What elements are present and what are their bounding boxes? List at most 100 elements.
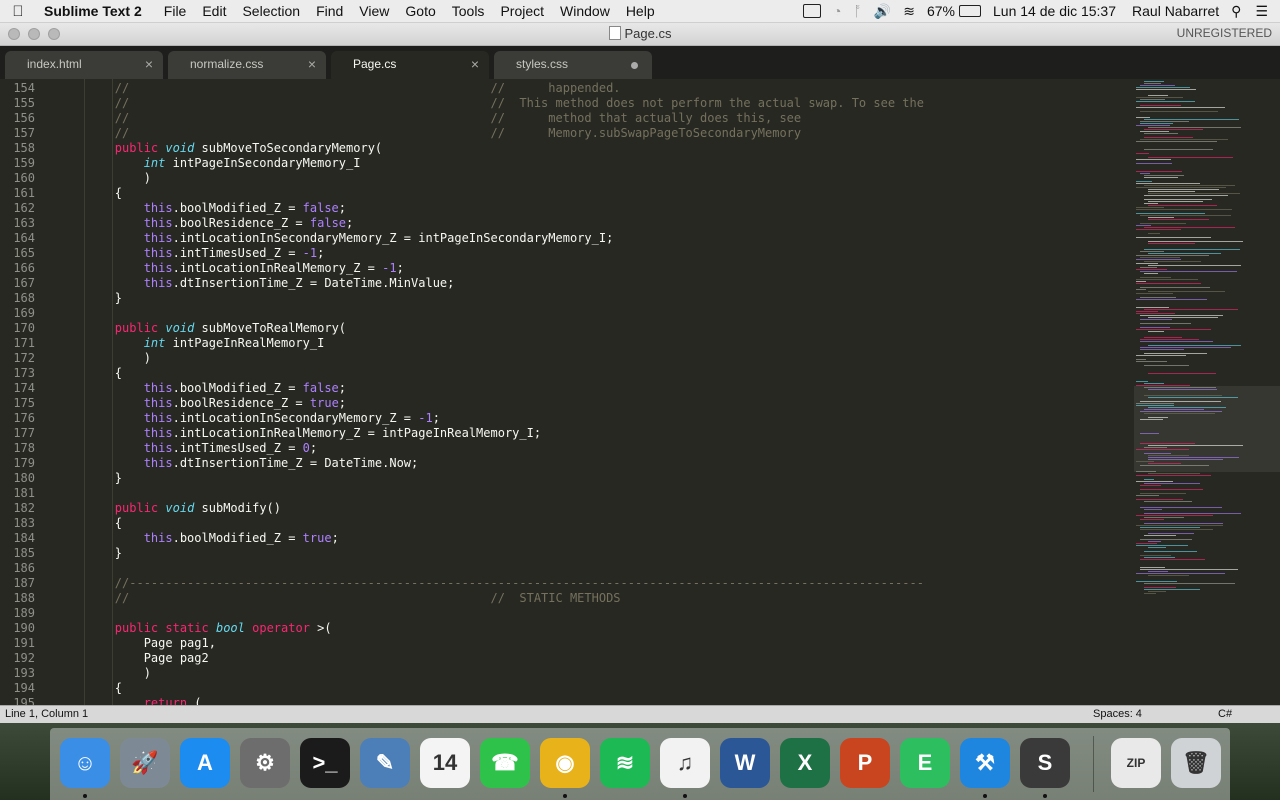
code-line[interactable]: 179 this.dtInsertionTime_Z = DateTime.No… (0, 456, 418, 471)
facetime-icon[interactable]: ☎ (480, 738, 530, 788)
menu-find[interactable]: Find (308, 3, 351, 19)
code-line[interactable]: 178 this.intTimesUsed_Z = 0; (0, 441, 317, 456)
apple-menu-icon[interactable]:  (0, 3, 36, 20)
wifi-icon[interactable]: ≋ (903, 3, 915, 20)
app-menu[interactable]: Sublime Text 2 (36, 3, 156, 19)
close-tab-icon[interactable]: × (471, 56, 479, 72)
battery-percent[interactable]: 67% (927, 3, 955, 19)
code-line[interactable]: 195 return ( (0, 696, 201, 705)
calendar-icon[interactable]: 14 (420, 738, 470, 788)
menu-goto[interactable]: Goto (397, 3, 443, 19)
code-line[interactable]: 171 int intPageInRealMemory_I (0, 336, 324, 351)
word-icon[interactable]: W (720, 738, 770, 788)
tab-page-cs[interactable]: Page.cs × (331, 51, 489, 79)
excel-icon[interactable]: X (780, 738, 830, 788)
menu-tools[interactable]: Tools (444, 3, 493, 19)
minimap-stroke (1136, 207, 1164, 208)
battery-icon[interactable] (959, 5, 982, 17)
code-line[interactable]: 190 public static bool operator >( (0, 621, 331, 636)
minimap-stroke (1136, 171, 1182, 172)
launchpad-icon[interactable]: 🚀 (120, 738, 170, 788)
code-line[interactable]: 185 } (0, 546, 122, 561)
menu-project[interactable]: Project (492, 3, 552, 19)
code-line[interactable]: 155 // // This method does not perform t… (0, 96, 924, 111)
close-tab-icon[interactable]: × (145, 56, 153, 72)
code-line[interactable]: 182 public void subModify() (0, 501, 281, 516)
sublime-text-icon[interactable]: S (1020, 738, 1070, 788)
minimap[interactable] (1130, 79, 1280, 705)
itunes-icon[interactable]: ♫ (660, 738, 710, 788)
code-line[interactable]: 188 // // STATIC METHODS (0, 591, 620, 606)
code-line[interactable]: 159 int intPageInSecondaryMemory_I (0, 156, 360, 171)
code-line[interactable]: 187 //----------------------------------… (0, 576, 924, 591)
close-tab-icon[interactable]: × (308, 56, 316, 72)
bluetooth-icon[interactable]: ᚩ (853, 3, 861, 19)
code-line[interactable]: 160 ) (0, 171, 151, 186)
code-line[interactable]: 156 // // method that actually does this… (0, 111, 801, 126)
code-line[interactable]: 165 this.intTimesUsed_Z = -1; (0, 246, 324, 261)
code-line[interactable]: 154 // // happended. (0, 81, 620, 96)
code-line[interactable]: 169 (0, 306, 35, 321)
code-line[interactable]: 194 { (0, 681, 122, 696)
evernote-icon[interactable]: E (900, 738, 950, 788)
code-line[interactable]: 186 (0, 561, 35, 576)
spotlight-icon[interactable]: ⚲ (1231, 3, 1241, 20)
code-line[interactable]: 175 this.boolResidence_Z = true; (0, 396, 346, 411)
preview-icon[interactable]: ✎ (360, 738, 410, 788)
code-line[interactable]: 191 Page pag1, (0, 636, 216, 651)
system-preferences-icon[interactable]: ⚙ (240, 738, 290, 788)
powerpoint-icon[interactable]: P (840, 738, 890, 788)
code-line[interactable]: 157 // // Memory.subSwapPageToSecondaryM… (0, 126, 801, 141)
tab-index-html[interactable]: index.html × (5, 51, 163, 79)
code-line[interactable]: 158 public void subMoveToSecondaryMemory… (0, 141, 382, 156)
syntax-selector[interactable]: C# (1218, 708, 1232, 720)
chrome-icon[interactable]: ◉ (540, 738, 590, 788)
xcode-icon[interactable]: ⚒ (960, 738, 1010, 788)
code-line[interactable]: 163 this.boolResidence_Z = false; (0, 216, 353, 231)
code-line[interactable]: 162 this.boolModified_Z = false; (0, 201, 346, 216)
menu-help[interactable]: Help (618, 3, 663, 19)
code-line[interactable]: 192 Page pag2 (0, 651, 208, 666)
airplay-icon[interactable] (802, 4, 821, 18)
menu-edit[interactable]: Edit (194, 3, 234, 19)
menu-selection[interactable]: Selection (234, 3, 308, 19)
code-line[interactable]: 168 } (0, 291, 122, 306)
volume-icon[interactable]: 🔊 (874, 3, 891, 20)
code-line[interactable]: 166 this.intLocationInRealMemory_Z = -1; (0, 261, 404, 276)
menu-window[interactable]: Window (552, 3, 618, 19)
app-store-icon[interactable]: A (180, 738, 230, 788)
tab-normalize-css[interactable]: normalize.css × (168, 51, 326, 79)
time-machine-icon[interactable]: ◔ (833, 3, 841, 19)
code-line[interactable]: 173 { (0, 366, 122, 381)
code-line[interactable]: 167 this.dtInsertionTime_Z = DateTime.Mi… (0, 276, 454, 291)
code-line[interactable]: 183 { (0, 516, 122, 531)
notification-center-icon[interactable]: ☰ (1255, 3, 1268, 20)
spotify-icon[interactable]: ≋ (600, 738, 650, 788)
code-line[interactable]: 164 this.intLocationInSecondaryMemory_Z … (0, 231, 613, 246)
code-line[interactable]: 176 this.intLocationInSecondaryMemory_Z … (0, 411, 440, 426)
archive-icon[interactable]: ZIP (1111, 738, 1161, 788)
code-line[interactable]: 181 (0, 486, 35, 501)
terminal-icon[interactable]: >_ (300, 738, 350, 788)
minimap-stroke (1136, 289, 1146, 290)
code-editor[interactable]: 154 // // happended. 155 // // This metho… (0, 79, 1130, 705)
line-number: 159 (13, 156, 35, 170)
indentation-setting[interactable]: Spaces: 4 (1093, 708, 1142, 720)
tab-styles-css[interactable]: styles.css (494, 51, 652, 79)
code-line[interactable]: 177 this.intLocationInRealMemory_Z = int… (0, 426, 541, 441)
code-line[interactable]: 170 public void subMoveToRealMemory( (0, 321, 346, 336)
code-line[interactable]: 193 ) (0, 666, 151, 681)
code-line[interactable]: 161 { (0, 186, 122, 201)
user-name[interactable]: Raul Nabarret (1132, 3, 1219, 19)
clock[interactable]: Lun 14 de dic 15:37 (993, 3, 1116, 19)
code-line[interactable]: 189 (0, 606, 35, 621)
finder-icon[interactable]: ☺ (60, 738, 110, 788)
menu-view[interactable]: View (351, 3, 397, 19)
code-line[interactable]: 174 this.boolModified_Z = false; (0, 381, 346, 396)
menu-file[interactable]: File (156, 3, 195, 19)
code-line[interactable]: 180 } (0, 471, 122, 486)
code-line[interactable]: 184 this.boolModified_Z = true; (0, 531, 338, 546)
unsaved-dot-icon[interactable] (631, 62, 638, 69)
trash-icon[interactable]: 🗑 (1171, 738, 1221, 788)
code-line[interactable]: 172 ) (0, 351, 151, 366)
